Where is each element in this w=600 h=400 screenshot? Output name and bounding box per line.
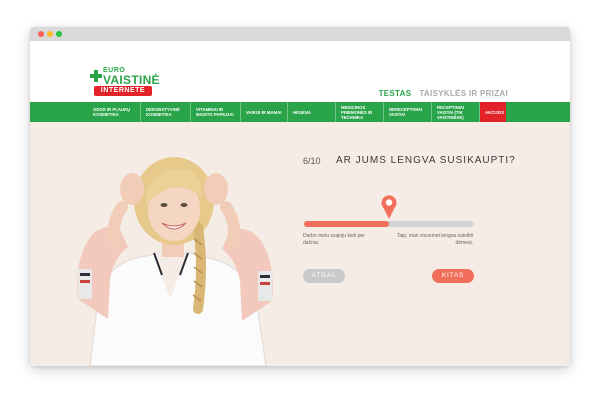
menu-item-higiena[interactable]: HIGIENA xyxy=(288,102,336,122)
next-button[interactable]: KITAS xyxy=(432,269,474,283)
menu-item-nereceptiniai-vaistai[interactable]: NERECEPTINIAI VAISTAI xyxy=(384,102,432,122)
logo-vaistine-text: VAISTINĖ xyxy=(103,73,160,87)
menu-item-vaikui-ir-mamai[interactable]: VAIKUI IR MAMAI xyxy=(241,102,288,122)
top-nav: TESTAS TAISYKLĖS IR PRIZAI xyxy=(379,89,508,98)
slider-label-left: Darbo metu svajoju kiek per dažnai. xyxy=(303,233,365,246)
answer-slider-track[interactable] xyxy=(304,221,474,227)
quiz-question: AR JUMS LENGVA SUSIKAUPTI? xyxy=(336,155,516,166)
browser-titlebar xyxy=(30,27,570,41)
menu-item-vitaminai-ir-maisto-papildai[interactable]: VITAMINAI IR MAISTO PAPILDAI xyxy=(191,102,241,122)
menu-item-odos-ir-plauku-kosmetika[interactable]: ODOS IR PLAUKŲ KOSMETIKA xyxy=(88,102,141,122)
quiz-hero: 6/10 AR JUMS LENGVA SUSIKAUPTI? Darbo me… xyxy=(30,122,570,366)
menu-item-dekoratyvine-kosmetika[interactable]: DEKORATYVINĖ KOSMETIKA xyxy=(141,102,191,122)
menu-item-akcijos[interactable]: AKCIJOS xyxy=(480,102,506,122)
menu-item-receptiniai-vaistai[interactable]: RECEPTINIAI VAISTAI (TIK VAISTINĖSE) xyxy=(432,102,480,122)
maximize-window-button[interactable] xyxy=(56,31,62,37)
category-menu: ODOS IR PLAUKŲ KOSMETIKA DEKORATYVINĖ KO… xyxy=(30,102,570,122)
minimize-window-button[interactable] xyxy=(47,31,53,37)
site-header: EURO VAISTINĖ INTERNETE TESTAS TAISYKLĖS… xyxy=(30,41,570,102)
top-nav-taisykles-ir-prizai[interactable]: TAISYKLĖS IR PRIZAI xyxy=(419,89,508,98)
logo-internete-badge: INTERNETE xyxy=(94,86,152,96)
menu-item-medicinos-priemones[interactable]: MEDICINOS PRIEMONĖS IR TECHNIKA xyxy=(336,102,384,122)
slider-pin-icon[interactable] xyxy=(380,194,398,220)
slider-label-right: Taip, man visuomet lengva sutelkti dėmes… xyxy=(396,233,473,246)
quiz-step-counter: 6/10 xyxy=(303,156,321,166)
pharmacy-cross-icon xyxy=(90,70,102,82)
answer-slider-fill xyxy=(304,221,389,227)
top-nav-testas[interactable]: TESTAS xyxy=(379,89,412,98)
browser-window: EURO VAISTINĖ INTERNETE TESTAS TAISYKLĖS… xyxy=(30,27,570,366)
woman-photo xyxy=(77,157,273,366)
back-button[interactable]: ATGAL xyxy=(303,269,345,283)
euro-vaistine-logo[interactable]: EURO VAISTINĖ INTERNETE xyxy=(90,67,160,99)
close-window-button[interactable] xyxy=(38,31,44,37)
